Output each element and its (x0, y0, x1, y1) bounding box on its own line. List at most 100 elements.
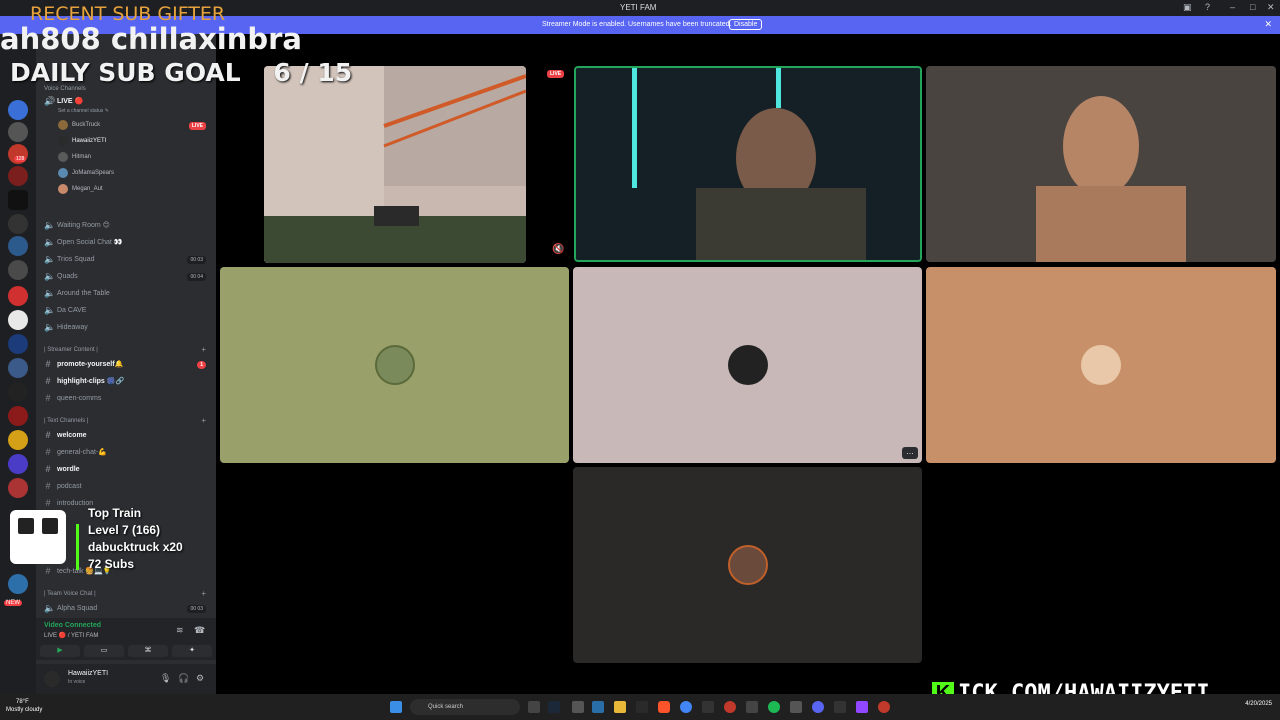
server-icon[interactable] (8, 382, 28, 402)
text-channel-highlight-clips[interactable]: # highlight-clips 🎆🔗 (44, 374, 124, 388)
voice-channel-trios-squad[interactable]: 🔈 Trios Squad (44, 252, 94, 266)
add-channel-icon[interactable]: + (201, 416, 206, 425)
activity-button[interactable]: ⌘ (128, 645, 168, 657)
chrome-icon[interactable] (680, 701, 692, 713)
app-icon[interactable] (746, 701, 758, 713)
windows-start-icon[interactable] (390, 701, 402, 713)
avatar[interactable] (44, 671, 60, 687)
disconnect-icon[interactable]: ☎ (194, 625, 205, 636)
voice-channel-around-the-table[interactable]: 🔈 Around the Table (44, 286, 110, 300)
voice-channel-quads[interactable]: 🔈 Quads (44, 269, 78, 283)
voice-member[interactable]: HawaiizYETI (58, 134, 106, 148)
voice-channel-open-social-chat[interactable]: 🔈 Open Social Chat 👀 (44, 235, 123, 249)
text-channel-introduction[interactable]: # introduction (44, 496, 93, 510)
help-icon[interactable]: ? (1205, 2, 1210, 12)
hash-icon: # (45, 430, 51, 440)
participant-tile[interactable] (220, 267, 569, 463)
minimize-button[interactable]: – (1230, 2, 1235, 12)
task-view-icon[interactable] (528, 701, 540, 713)
voice-channel-alpha-squad[interactable]: 🔈 Alpha Squad (44, 601, 97, 615)
text-channel-queen-comms[interactable]: # queen-comms (44, 391, 101, 405)
settings-gear-icon[interactable]: ⚙ (196, 673, 204, 684)
steam-icon[interactable] (548, 701, 560, 713)
noise-suppression-icon[interactable]: ≋ (176, 625, 184, 636)
stream-tile[interactable] (264, 66, 526, 263)
speaker-icon: 🔈 (44, 253, 56, 264)
inbox-icon[interactable]: ▣ (1183, 2, 1192, 13)
server-icon[interactable] (8, 100, 28, 120)
discord-icon[interactable] (812, 701, 824, 713)
app-icon[interactable] (790, 701, 802, 713)
server-icon[interactable] (8, 286, 28, 306)
server-icon[interactable] (8, 122, 28, 142)
channel-sidebar: Voice Channels 🔊 LIVE 🔴 Set a channel st… (36, 34, 216, 694)
server-icon[interactable] (8, 310, 28, 330)
maximize-button[interactable]: □ (1250, 2, 1255, 12)
voice-member[interactable]: Megan_Aut (58, 182, 103, 196)
voice-location[interactable]: LIVE 🔴 / YETI FAM (44, 632, 98, 639)
server-icon[interactable] (8, 190, 28, 210)
voice-member[interactable]: Hitman (58, 150, 91, 164)
text-channel-welcome[interactable]: # welcome (44, 428, 86, 442)
server-icon[interactable] (8, 236, 28, 256)
voice-channel-waiting-room[interactable]: 🔈 Waiting Room 😊 (44, 218, 110, 232)
disable-streamer-mode-button[interactable]: Disable (729, 19, 763, 30)
text-channel-podcast[interactable]: # podcast (44, 479, 81, 493)
camera-tile-speaking[interactable] (574, 66, 922, 262)
category-team-voice-chat[interactable]: | Team Voice Chat | (44, 591, 96, 597)
add-channel-icon[interactable]: + (201, 345, 206, 354)
participant-tile[interactable] (926, 267, 1276, 463)
voice-member[interactable]: BuckTruck (58, 118, 100, 132)
app-icon[interactable] (572, 701, 584, 713)
more-options-icon[interactable]: … (902, 447, 918, 459)
camera-button[interactable]: ▶ (40, 645, 80, 657)
weather-widget[interactable]: 78°F Mostly cloudy (6, 698, 42, 714)
category-streamer-content[interactable]: | Streamer Content | (44, 347, 98, 353)
server-icon[interactable] (8, 430, 28, 450)
text-channel-wordle[interactable]: # wordle (44, 462, 79, 476)
mute-stream-icon[interactable]: 🔇 (552, 244, 564, 255)
add-channel-icon[interactable]: + (201, 589, 206, 598)
voice-member[interactable]: JoMamaSpears (58, 166, 114, 180)
voice-channel-da-cave[interactable]: 🔈 Da CAVE (44, 303, 86, 317)
server-icon[interactable] (8, 214, 28, 234)
server-icon[interactable] (8, 454, 28, 474)
taskbar-clock[interactable]: 4/20/2025 (1245, 700, 1272, 708)
dismiss-banner-icon[interactable]: ✕ (1264, 19, 1272, 30)
app-icon[interactable] (878, 701, 890, 713)
soundboard-button[interactable]: ✦ (172, 645, 212, 657)
app-icon[interactable] (724, 701, 736, 713)
headphones-icon[interactable]: 🎧 (178, 673, 189, 684)
close-button[interactable]: ✕ (1267, 2, 1275, 13)
channel-status[interactable]: Set a channel status ✎ (58, 108, 109, 114)
server-icon[interactable] (8, 358, 28, 378)
server-icon[interactable] (8, 574, 28, 594)
spotify-icon[interactable] (768, 701, 780, 713)
participant-tile[interactable] (573, 467, 922, 663)
app-icon[interactable] (856, 701, 868, 713)
brave-browser-icon[interactable] (658, 701, 670, 713)
terminal-icon[interactable] (834, 701, 846, 713)
server-icon[interactable] (8, 478, 28, 498)
camera-tile[interactable] (926, 66, 1276, 262)
microphone-icon[interactable]: 🎙 (160, 673, 171, 684)
app-icon[interactable] (636, 701, 648, 713)
app-icon[interactable] (592, 701, 604, 713)
server-icon[interactable] (8, 260, 28, 280)
avatar (58, 152, 68, 162)
username: HawaiizYETI (68, 670, 109, 677)
screen-share-button[interactable]: ▭ (84, 645, 124, 657)
category-text-channels[interactable]: | Text Channels | (44, 418, 88, 424)
taskbar-search[interactable]: Quick search (410, 699, 520, 715)
server-icon[interactable] (8, 406, 28, 426)
file-explorer-icon[interactable] (614, 701, 626, 713)
channel-label: Alpha Squad (57, 604, 98, 612)
server-icon[interactable] (8, 334, 28, 354)
channel-live[interactable]: 🔊 LIVE 🔴 (44, 94, 83, 108)
app-icon[interactable] (702, 701, 714, 713)
voice-channel-hideaway[interactable]: 🔈 Hideaway (44, 320, 88, 334)
server-icon[interactable] (8, 166, 28, 186)
text-channel-promote-yourself[interactable]: # promote-yourself🔔 (44, 357, 123, 371)
text-channel-general-chat[interactable]: # general-chat-💪 (44, 445, 106, 459)
participant-tile[interactable]: … (573, 267, 922, 463)
